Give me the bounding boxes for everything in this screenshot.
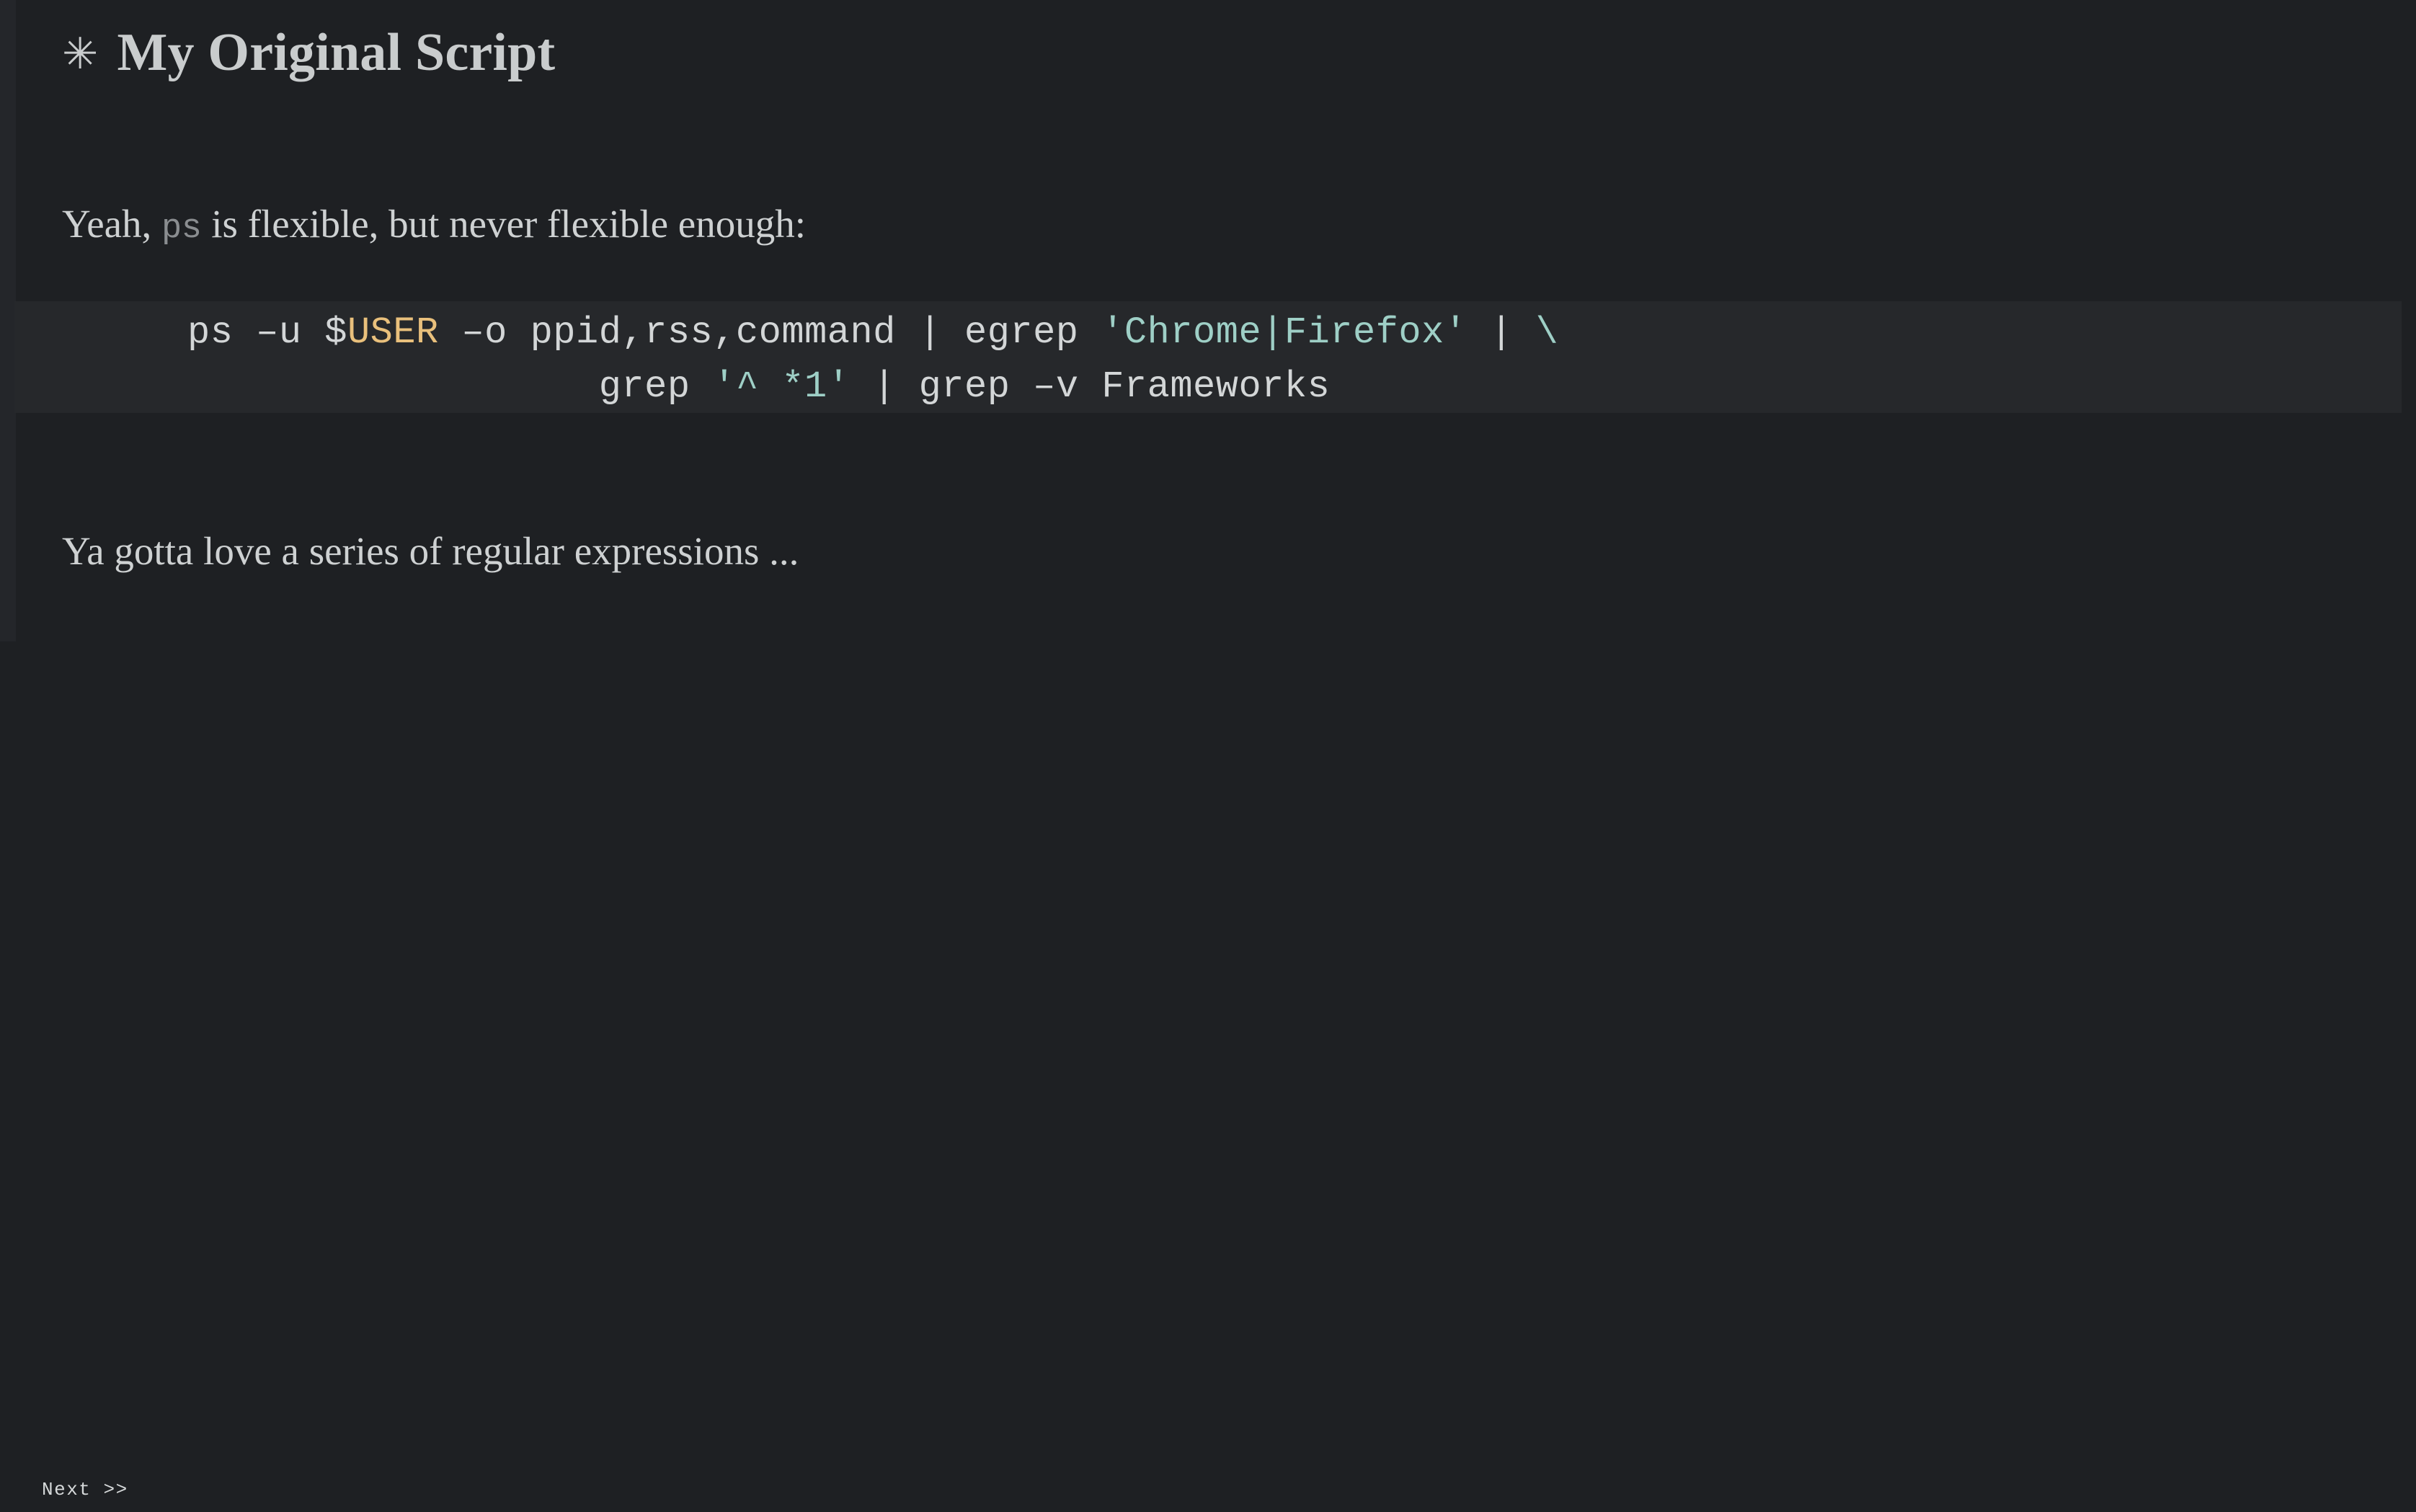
outro-paragraph: Ya gotta love a series of regular expres… (62, 529, 799, 573)
code-token-continuation: \ (1535, 311, 1559, 354)
code-token-variable: USER (347, 311, 439, 354)
page-title: ✳ My Original Script (0, 26, 555, 79)
code-line-2: grep '^ *1' | grep –v Frameworks (14, 360, 2402, 413)
intro-paragraph: Yeah, ps is flexible, but never flexible… (62, 200, 806, 251)
code-block-pre: ps –u $USER –o ppid,rss,command | egrep … (14, 301, 2402, 413)
star-bullet-icon: ✳ (62, 29, 99, 79)
left-edge-rail (0, 0, 16, 641)
code-token: | (1467, 311, 1536, 354)
intro-text-after: is flexible, but never flexible enough: (201, 202, 806, 246)
next-link[interactable]: Next >> (42, 1479, 128, 1500)
code-block: ps –u $USER –o ppid,rss,command | egrep … (14, 301, 2402, 413)
code-token: ps –u $ (187, 311, 347, 354)
code-line-2-indent (187, 365, 599, 408)
slide-page: ✳ My Original Script Yeah, ps is flexibl… (0, 0, 2416, 1512)
code-token: –o ppid,rss,command | egrep (438, 311, 1102, 354)
code-token: | grep –v Frameworks (850, 365, 1331, 408)
inline-code-ps: ps (161, 210, 202, 248)
code-token-string: '^ *1' (713, 365, 851, 408)
intro-text-before: Yeah, (62, 202, 162, 246)
code-token-string: 'Chrome|Firefox' (1101, 311, 1467, 354)
code-line-1: ps –u $USER –o ppid,rss,command | egrep … (14, 301, 2402, 360)
code-token: grep (598, 365, 714, 408)
page-title-text: My Original Script (117, 23, 556, 82)
